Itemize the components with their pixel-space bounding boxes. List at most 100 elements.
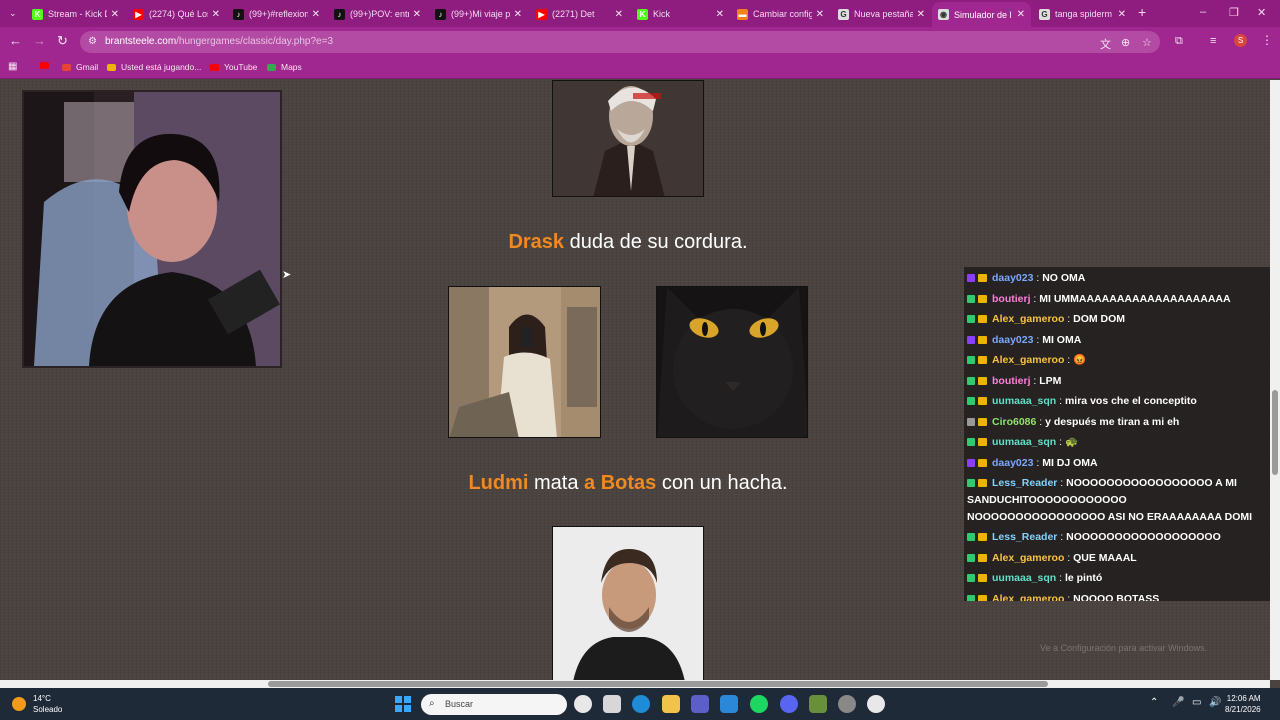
reload-icon[interactable]: ↻ (57, 33, 68, 49)
tab-label: (99+)POV: entr (350, 9, 409, 19)
tab-close-icon[interactable]: ✕ (716, 9, 724, 20)
tab-10[interactable]: Gtanga spiderm ✕ (1033, 3, 1132, 25)
discord-icon[interactable] (780, 695, 798, 713)
tab-4[interactable]: ♪ (99+)Mi viaje p ✕ (429, 3, 528, 25)
chat-username[interactable]: Less_Reader (992, 531, 1057, 543)
vertical-scrollbar[interactable] (1270, 80, 1280, 680)
tab-close-icon[interactable]: ✕ (413, 9, 421, 20)
tab-favicon-icon: K (637, 8, 648, 20)
network-icon[interactable]: ▭ (1192, 697, 1201, 708)
extensions-icon[interactable]: ⧉ (1175, 35, 1183, 48)
back-icon[interactable]: ← (9, 33, 22, 48)
tribute-name: Ludmi (468, 472, 529, 494)
tab-6[interactable]: K Kick ✕ (631, 3, 730, 25)
bookmark-3[interactable]: YouTube (210, 62, 257, 72)
rank-badge-icon (978, 376, 987, 385)
url-path: /hungergames/classic/day.php?e=3 (176, 36, 334, 47)
rank-badge-icon (978, 397, 987, 405)
chat-username[interactable]: Alex_gameroo (992, 593, 1064, 602)
maximize-button[interactable]: ❐ (1229, 6, 1239, 19)
tab-5[interactable]: ▶ (2271) Det ✕ (530, 3, 629, 25)
sub-badge-icon (967, 315, 975, 323)
tab-close-icon[interactable]: ✕ (514, 9, 522, 20)
media-controls-icon[interactable]: ≡ (1210, 35, 1216, 47)
system-clock[interactable]: 12:06 AM 8/21/2026 (1225, 693, 1261, 715)
taskbar-search[interactable]: ⌕ Buscar (421, 694, 567, 715)
bookmark-0[interactable] (40, 62, 54, 69)
bookmark-star-icon[interactable]: ☆ (1142, 36, 1152, 49)
chat-username[interactable]: Alex_gameroo (992, 313, 1064, 325)
tab-9[interactable]: ◉ Simulador de l ✕ (932, 2, 1031, 27)
apps-grid-icon[interactable]: ▦ (8, 61, 17, 72)
task-view-icon[interactable] (603, 695, 621, 713)
new-tab-button[interactable]: + (1138, 4, 1146, 20)
tab-close-icon[interactable]: ✕ (212, 9, 220, 20)
chat-username[interactable]: daay023 (992, 334, 1033, 346)
chat-username[interactable]: uumaaa_sqn (992, 572, 1056, 584)
bookmark-1[interactable]: Gmail (62, 62, 98, 72)
rank-badge-icon (978, 356, 987, 364)
chrome-second-icon[interactable] (867, 695, 885, 713)
spotify-icon[interactable] (750, 695, 768, 713)
tab-0[interactable]: K Stream - Kick D ✕ (26, 3, 125, 25)
vertical-scrollbar-thumb[interactable] (1272, 390, 1278, 475)
tab-search-chevron-icon[interactable]: ⌄ (9, 8, 17, 19)
tab-close-icon[interactable]: ✕ (816, 9, 824, 20)
tab-favicon-icon: G (838, 8, 849, 20)
translate-icon[interactable]: 文 (1100, 36, 1111, 52)
minimize-button[interactable]: – (1200, 6, 1206, 18)
chat-username[interactable]: uumaaa_sqn (992, 395, 1056, 407)
chat-username[interactable]: Alex_gameroo (992, 552, 1064, 564)
tray-chevron-icon[interactable]: ⌃ (1150, 697, 1158, 708)
tab-2[interactable]: ♪ (99+)#reflexion ✕ (227, 3, 326, 25)
bookmark-4[interactable]: Maps (267, 62, 302, 72)
horizontal-scrollbar-thumb[interactable] (268, 681, 1048, 687)
weather-condition: Soleado (33, 705, 63, 714)
chat-username[interactable]: daay023 (992, 272, 1033, 284)
close-window-button[interactable]: ✕ (1257, 6, 1266, 19)
edge-icon[interactable] (632, 695, 650, 713)
tab-3[interactable]: ♪ (99+)POV: entr ✕ (328, 3, 427, 25)
tab-8[interactable]: G Nueva pestaña ✕ (832, 3, 931, 25)
sun-icon[interactable] (12, 697, 26, 711)
site-info-icon[interactable]: ⚙ (88, 36, 97, 47)
minecraft-icon[interactable] (809, 695, 827, 713)
chat-username[interactable]: daay023 (992, 457, 1033, 469)
tab-close-icon[interactable]: ✕ (312, 9, 320, 20)
chat-text: NOOOO BOTASS (1073, 592, 1160, 602)
mail-icon[interactable] (720, 695, 738, 713)
chat-username[interactable]: uumaaa_sqn (992, 436, 1056, 448)
url-text[interactable]: brantsteele.com/hungergames/classic/day.… (105, 36, 333, 47)
chat-username[interactable]: Ciro6086 (992, 416, 1036, 428)
microphone-icon[interactable]: 🎤 (1172, 697, 1184, 708)
tab-close-icon[interactable]: ✕ (917, 9, 925, 20)
chat-username[interactable]: boutierj (992, 375, 1031, 387)
tab-label: (99+)#reflexion (249, 9, 308, 19)
address-bar[interactable]: ⚙ brantsteele.com/hungergames/classic/da… (80, 31, 1160, 53)
bookmark-2[interactable]: Usted está jugando... (107, 62, 201, 72)
tab-close-icon[interactable]: ✕ (1118, 9, 1126, 20)
tab-close-icon[interactable]: ✕ (1017, 9, 1025, 20)
chat-username[interactable]: Alex_gameroo (992, 354, 1064, 366)
zoom-icon[interactable]: ⊕ (1121, 36, 1130, 49)
teams-icon[interactable] (691, 695, 709, 713)
tab-close-icon[interactable]: ✕ (111, 9, 119, 20)
chat-message: boutierj : LPM (967, 373, 1267, 390)
menu-kebab-icon[interactable]: ⋮ (1261, 33, 1273, 47)
chat-text: DOM DOM (1073, 313, 1126, 325)
tab-1[interactable]: ▶ (2274) Qué Los ✕ (127, 3, 226, 25)
chat-username[interactable]: Less_Reader (992, 477, 1057, 489)
tab-7[interactable]: ▬ Cambiar config ✕ (731, 3, 830, 25)
obs-icon[interactable] (838, 695, 856, 713)
sub-badge-icon (967, 533, 975, 541)
chat-username[interactable]: boutierj (992, 293, 1031, 305)
weather-widget[interactable]: 14°C Soleado (33, 693, 62, 715)
tab-close-icon[interactable]: ✕ (615, 9, 623, 20)
file-explorer-icon[interactable] (662, 695, 680, 713)
chat-text: NOOOOOOOOOOOOOOOOOO (1066, 531, 1221, 543)
volume-icon[interactable]: 🔊 (1209, 697, 1221, 708)
start-button[interactable] (395, 696, 411, 712)
chrome-taskbar-icon[interactable] (574, 695, 592, 713)
forward-icon[interactable]: → (33, 33, 46, 48)
profile-avatar[interactable]: S (1234, 34, 1247, 47)
